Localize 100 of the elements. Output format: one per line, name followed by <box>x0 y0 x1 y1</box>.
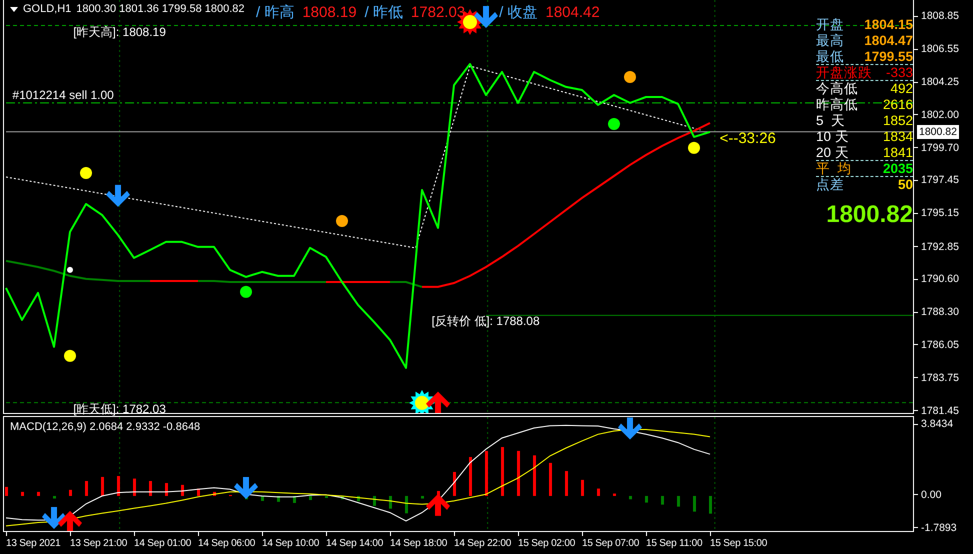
histogram-bar <box>549 462 552 496</box>
histogram-bar <box>485 450 488 496</box>
stat-value: 492 <box>890 81 913 96</box>
signal-dot <box>688 142 700 154</box>
down-arrow-icon <box>474 6 498 28</box>
axis-label: 1786.05 <box>914 338 959 352</box>
chart-label: [昨天高]: 1808.19 <box>73 24 166 38</box>
axis-label: 1802.00 <box>914 108 959 122</box>
axis-label: 14 Sep 18:00 <box>390 532 448 550</box>
histogram-bar <box>501 447 504 496</box>
level-value: 1782.03 <box>410 4 466 22</box>
current-price: 1800.82 <box>826 201 913 229</box>
axis-label: 15 Sep 15:00 <box>710 532 768 550</box>
histogram-bar <box>453 472 456 496</box>
stat-label: 最低 <box>816 49 844 64</box>
axis-label: 15 Sep 02:00 <box>518 532 576 550</box>
histogram-bar <box>85 481 88 496</box>
axis-label: 14 Sep 14:00 <box>326 532 384 550</box>
stat-label: 平 均 <box>816 161 852 176</box>
signal-dot <box>624 70 636 83</box>
histogram-bar <box>149 481 152 496</box>
indicator-title: MACD(12,26,9) 2.0684 2.9332 -0.8648 <box>10 421 200 433</box>
up-arrow-icon <box>426 392 450 413</box>
histogram-bar <box>613 494 616 496</box>
signal-dot <box>67 266 73 273</box>
histogram-bar <box>117 476 120 496</box>
histogram-bar <box>293 496 296 503</box>
histogram-bar <box>261 496 264 501</box>
histogram-bar <box>37 492 40 496</box>
histogram-bar <box>53 496 56 499</box>
axis-label: 14 Sep 06:00 <box>198 532 256 550</box>
axis-label: 1806.55 <box>914 42 959 56</box>
axis-label: -1.7893 <box>914 520 957 535</box>
histogram-bar <box>69 490 72 496</box>
axis-label: 1795.15 <box>914 206 959 220</box>
histogram-bar <box>277 496 280 502</box>
signal-dot <box>80 166 92 179</box>
histogram-bar <box>325 496 328 498</box>
chart-label: <--33:26 <box>720 131 776 148</box>
stat-value: 1852 <box>882 113 913 128</box>
axis-label: 3.8434 <box>914 417 954 431</box>
axis-label: 0.00 <box>914 488 942 502</box>
axis-label: 1790.60 <box>914 272 959 286</box>
histogram-bar <box>165 483 168 496</box>
histogram-bar <box>709 496 712 514</box>
stat-value: 1834 <box>882 129 913 144</box>
chart-label: [反转价 低]: 1788.08 <box>432 314 540 328</box>
signal-dot <box>336 214 348 227</box>
histogram-bar <box>197 488 200 496</box>
price-tag: 1800.82 <box>917 124 959 139</box>
signal-dot <box>64 350 76 362</box>
stat-value: 2035 <box>882 161 913 176</box>
down-arrow-icon <box>106 184 130 207</box>
axis-label: 13 Sep 21:00 <box>70 532 128 550</box>
stat-label: 点差 <box>816 177 844 192</box>
axis-label: 1799.70 <box>914 140 959 155</box>
stat-value: 1804.47 <box>864 33 913 48</box>
axis-label: 1788.30 <box>914 305 959 320</box>
symbol-label: GOLD,H1 <box>23 3 72 15</box>
histogram-bar <box>645 496 648 503</box>
dropdown-triangle-icon[interactable] <box>10 6 18 12</box>
histogram-bar <box>517 450 520 496</box>
histogram-bar <box>389 496 392 509</box>
axis-label: 15 Sep 11:00 <box>646 532 702 550</box>
histogram-bar <box>341 496 344 500</box>
stat-label: 20 天 <box>816 145 849 160</box>
histogram-bar <box>101 476 104 496</box>
axis-label: 14 Sep 22:00 <box>454 532 512 550</box>
histogram-bar <box>677 496 680 507</box>
histogram-bar <box>5 486 8 496</box>
axis-label: 15 Sep 07:00 <box>582 532 640 550</box>
histogram-bar <box>357 496 360 502</box>
stat-value: 50 <box>898 177 913 192</box>
stat-label: 5 天 <box>816 113 846 128</box>
histogram-bar <box>133 478 136 496</box>
histogram-bar <box>533 455 536 496</box>
up-arrow-icon <box>58 510 82 531</box>
axis-label: 1808.85 <box>914 9 959 23</box>
level-label: / 昨高 <box>256 4 294 22</box>
level-value: 1804.42 <box>546 4 600 22</box>
axis-label: 1781.45 <box>914 404 959 418</box>
axis-label: 1804.25 <box>914 75 959 90</box>
histogram-bar <box>421 496 424 499</box>
down-arrow-icon <box>42 507 66 530</box>
stat-value: -333 <box>886 65 913 80</box>
stat-value: 1841 <box>882 145 913 160</box>
signal-dot <box>608 118 620 130</box>
histogram-bar <box>469 457 472 496</box>
histogram-bar <box>581 480 584 496</box>
histogram-bar <box>661 496 664 505</box>
axis-label: 14 Sep 01:00 <box>134 532 192 550</box>
histogram-bar <box>565 471 568 496</box>
down-arrow-icon <box>234 476 258 499</box>
histogram-bar <box>21 492 24 496</box>
histogram-bar <box>629 496 632 500</box>
axis-label: 14 Sep 10:00 <box>262 532 320 550</box>
histogram-bar <box>309 496 312 500</box>
histogram-bar <box>693 496 696 512</box>
level-label: / 收盘 <box>499 4 538 22</box>
axis-label: 1797.45 <box>914 173 959 188</box>
